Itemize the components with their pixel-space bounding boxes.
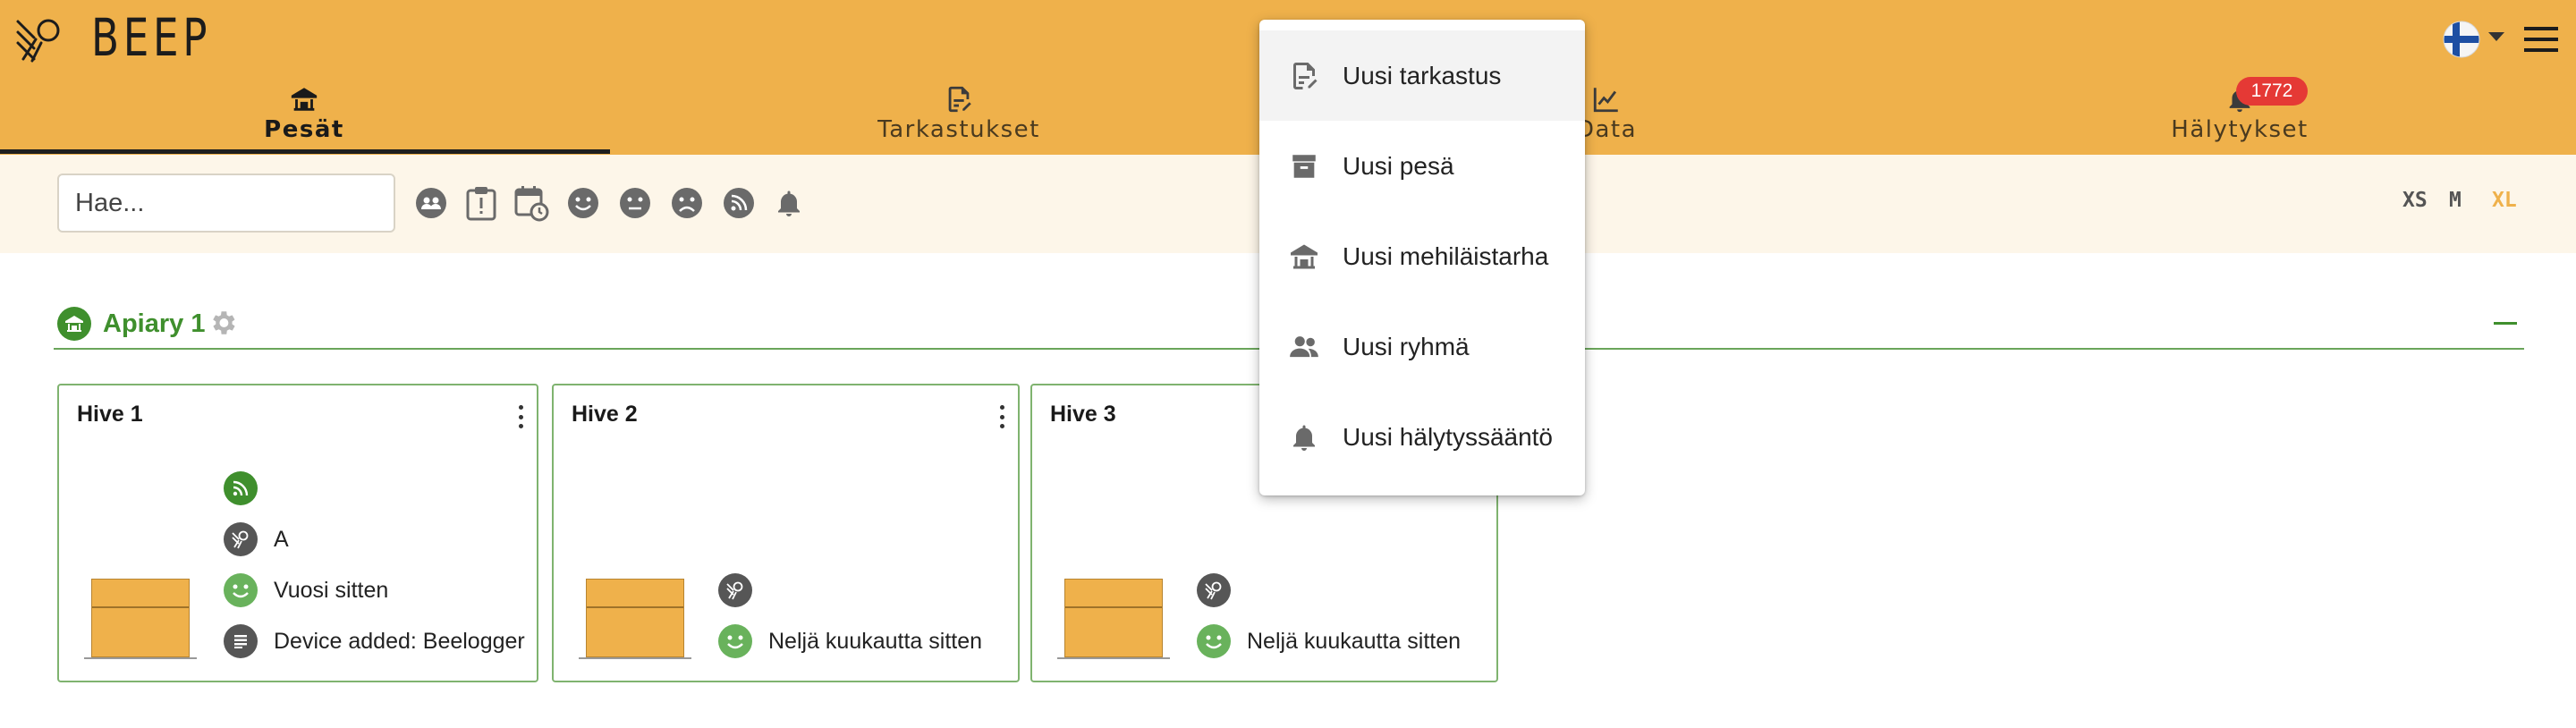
group-icon — [1286, 329, 1322, 365]
smiley-happy-icon[interactable] — [224, 573, 258, 607]
finnish-flag-icon[interactable] — [2440, 18, 2483, 61]
menu-item-new-inspection[interactable]: Uusi tarkastus — [1259, 30, 1585, 121]
menu-item-new-apiary[interactable]: Uusi mehiläistarha — [1259, 211, 1585, 301]
filter-neutral-button[interactable] — [617, 183, 653, 223]
tab-inspections[interactable]: Tarkastukset — [869, 79, 1048, 155]
smiley-happy-icon — [568, 188, 598, 218]
beep-logo-icon[interactable] — [14, 13, 66, 64]
filter-group-button[interactable] — [413, 183, 449, 223]
tab-hives[interactable]: Pesät — [215, 79, 394, 155]
hive-box-illustration — [91, 579, 190, 657]
apiary-title[interactable]: Apiary 1 — [103, 307, 205, 341]
hive-card[interactable]: Hive 2 Neljä kuukautta sitten — [552, 384, 1020, 682]
smiley-happy-icon[interactable] — [718, 624, 752, 658]
bell-icon — [778, 190, 800, 216]
apiary-home-icon — [291, 88, 318, 111]
menu-item-label: Uusi tarkastus — [1343, 61, 1502, 89]
smiley-sad-icon — [672, 188, 702, 218]
bee-queen-icon[interactable] — [224, 522, 258, 556]
menu-item-new-hive[interactable]: Uusi pesä — [1259, 121, 1585, 211]
alerts-count-badge: 1772 — [2236, 77, 2308, 106]
filter-happy-button[interactable] — [565, 183, 601, 223]
apiary-home-icon — [1286, 239, 1322, 275]
create-new-menu: Uusi tarkastus Uusi pesä Uusi mehiläista… — [1259, 20, 1585, 495]
hive-status-row: Neljä kuukautta sitten — [1197, 624, 1461, 658]
smiley-happy-icon[interactable] — [1197, 624, 1231, 658]
menu-item-new-alert-rule[interactable]: Uusi hälytyssääntö — [1259, 392, 1585, 482]
filter-clipboard-button[interactable] — [463, 183, 499, 223]
filter-calendar-button[interactable] — [513, 183, 549, 223]
calendar-clock-icon — [514, 186, 549, 222]
hive-status-row — [224, 471, 258, 505]
chart-line-icon — [1593, 88, 1618, 113]
hive-status-row — [718, 573, 752, 607]
hive-status-row: A — [224, 522, 289, 556]
hive-status-row: Neljä kuukautta sitten — [718, 624, 982, 658]
hive-title: Hive 3 — [1050, 402, 1116, 427]
active-tab-indicator — [0, 149, 610, 154]
bee-queen-icon[interactable] — [1197, 573, 1231, 607]
last-inspection-label: Neljä kuukautta sitten — [768, 628, 983, 654]
hive-title: Hive 1 — [77, 402, 143, 427]
tab-label: Pesät — [264, 116, 344, 143]
sensor-rss-icon[interactable] — [224, 471, 258, 505]
collapse-icon[interactable] — [2494, 322, 2517, 325]
tab-label: Data — [1575, 116, 1638, 143]
apiary-home-icon — [65, 316, 83, 332]
menu-item-label: Uusi mehiläistarha — [1343, 241, 1549, 270]
last-inspection-label: Vuosi sitten — [274, 577, 389, 603]
size-xl-button[interactable]: XL — [2492, 189, 2517, 212]
queen-label: A — [274, 526, 289, 552]
sensor-rss-icon — [724, 188, 754, 218]
inspection-edit-icon — [1286, 58, 1322, 94]
tab-label: Hälytykset — [2171, 116, 2309, 143]
app-root: BEEP Pesät Tarkastukset Data Hälytykset … — [0, 0, 2576, 728]
note-label: Device added: Beelogger — [274, 628, 525, 654]
size-xs-button[interactable]: XS — [2402, 189, 2428, 212]
inspection-edit-icon — [948, 86, 971, 113]
smiley-neutral-icon — [620, 188, 650, 218]
clipboard-alert-icon — [466, 187, 496, 221]
menu-item-label: Uusi pesä — [1343, 151, 1454, 180]
brand-title[interactable]: BEEP — [91, 7, 211, 68]
hive-box-illustration — [1064, 579, 1163, 657]
hive-title: Hive 2 — [572, 402, 638, 427]
hive-status-row: Device added: Beelogger — [224, 624, 525, 658]
hive-status-row: Vuosi sitten — [224, 573, 388, 607]
menu-item-new-group[interactable]: Uusi ryhmä — [1259, 301, 1585, 392]
hive-stand — [84, 657, 197, 659]
filter-sad-button[interactable] — [669, 183, 705, 223]
last-inspection-label: Neljä kuukautta sitten — [1247, 628, 1462, 654]
language-caret-icon[interactable] — [2488, 32, 2504, 41]
gear-icon[interactable] — [208, 308, 238, 338]
hive-stand — [1057, 657, 1170, 659]
filter-alerts-button[interactable] — [771, 183, 807, 223]
filter-sensor-button[interactable] — [721, 183, 757, 223]
size-m-button[interactable]: M — [2449, 189, 2462, 212]
bell-icon — [1286, 419, 1322, 455]
hive-status-row — [1197, 573, 1231, 607]
hive-stand — [579, 657, 691, 659]
hive-box-illustration — [586, 579, 684, 657]
menu-item-label: Uusi ryhmä — [1343, 332, 1470, 360]
menu-item-label: Uusi hälytyssääntö — [1343, 422, 1554, 451]
hamburger-menu-icon[interactable] — [2522, 21, 2560, 57]
more-vert-icon[interactable] — [997, 405, 1006, 428]
group-icon — [416, 188, 446, 218]
note-icon[interactable] — [224, 624, 258, 658]
hive-box-icon — [1286, 148, 1322, 184]
bee-queen-icon[interactable] — [718, 573, 752, 607]
tab-label: Tarkastukset — [877, 116, 1040, 143]
more-vert-icon[interactable] — [516, 405, 525, 428]
search-input[interactable] — [57, 174, 395, 233]
apiary-badge — [57, 307, 91, 341]
hive-card[interactable]: Hive 1 A Vuosi sitten Device added: Beel… — [57, 384, 538, 682]
